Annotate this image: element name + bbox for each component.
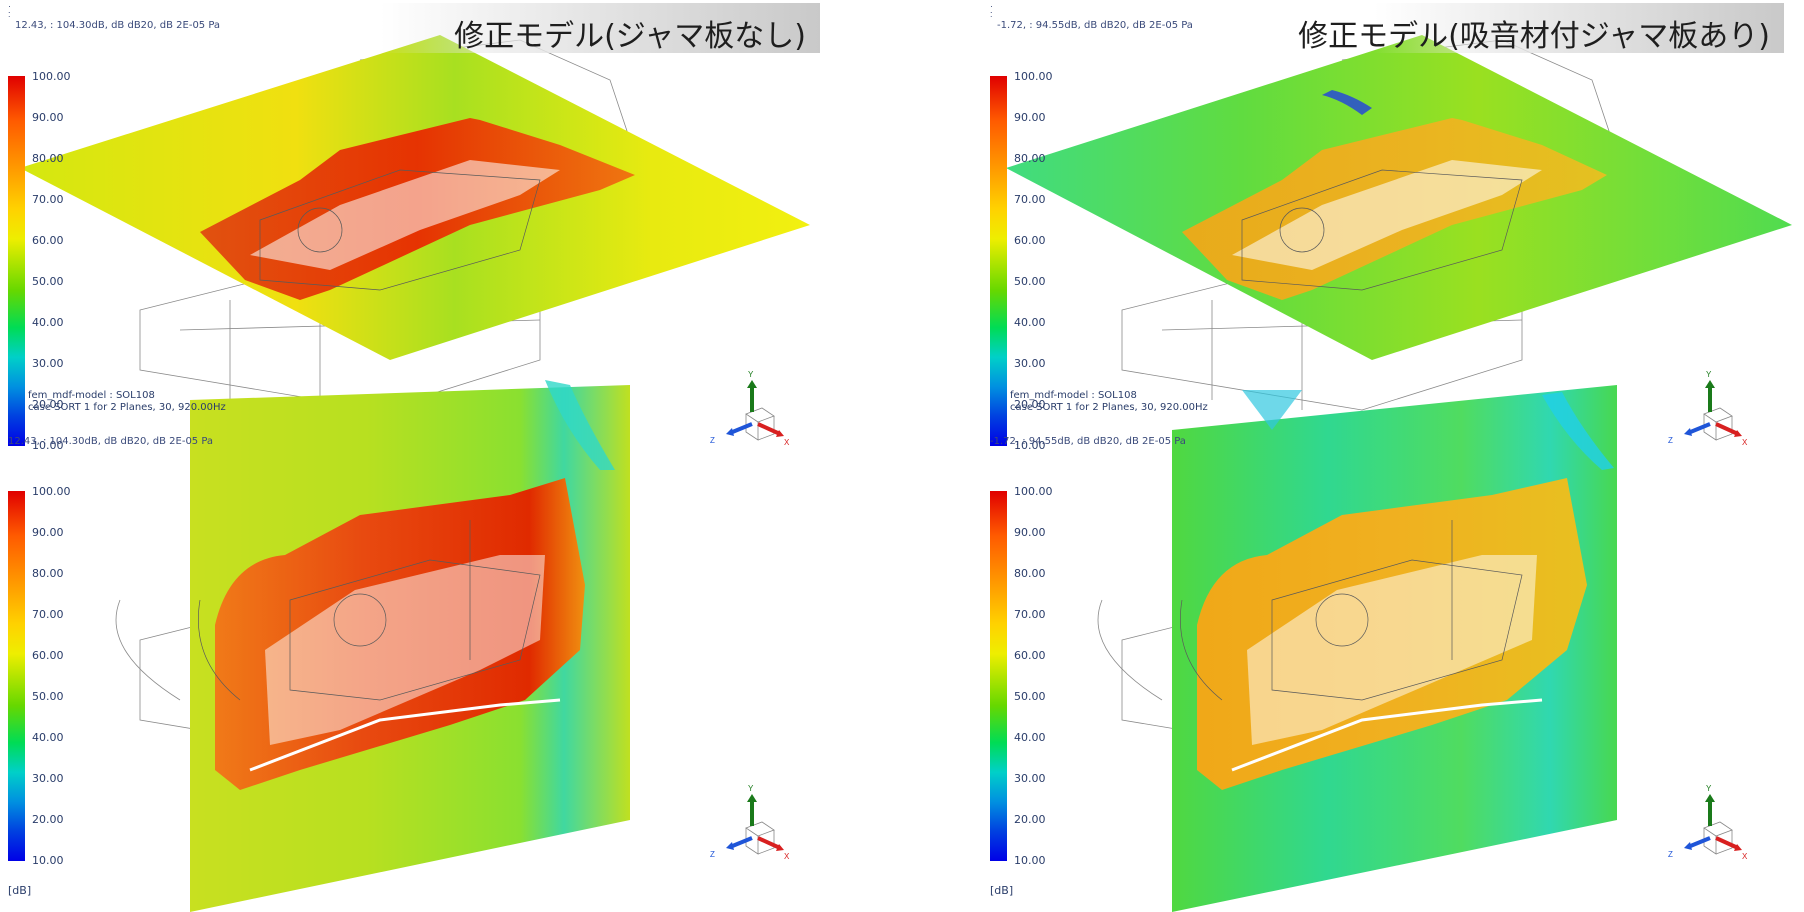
right-upper-axis-triad[interactable]: Y Z X	[1664, 370, 1754, 447]
legend-tick: 90.00	[1014, 111, 1046, 124]
legend-tick: 10.00	[32, 854, 64, 867]
right-title: 修正モデル(吸音材付ジャマ板あり)	[1298, 19, 1770, 54]
legend-tick: 80.00	[32, 567, 64, 580]
legend-tick: 60.00	[1014, 234, 1046, 247]
color-scale-bar	[990, 76, 1007, 446]
legend-tick: 100.00	[1014, 485, 1053, 498]
legend-tick: 70.00	[32, 193, 64, 206]
right-result-plots	[1006, 35, 1792, 912]
right-unit-label: [dB]	[990, 884, 1014, 897]
axis-label-z: Z	[710, 436, 715, 445]
axis-label-x: X	[784, 438, 790, 447]
left-upper-axis-triad[interactable]: Y Z X	[706, 370, 796, 447]
axis-label-y: Y	[748, 784, 754, 793]
legend-tick: 50.00	[1014, 690, 1046, 703]
legend-tick: 70.00	[1014, 608, 1046, 621]
legend-tick: 60.00	[32, 234, 64, 247]
legend-tick: 80.00	[1014, 152, 1046, 165]
left-header-result-line-2: 12.43, : 104.30dB, dB dB20, dB 2E-05 Pa	[8, 436, 214, 447]
right-title-bar: 修正モデル(吸音材付ジャマ板あり)	[1298, 3, 1784, 54]
legend-tick: 40.00	[32, 731, 64, 744]
left-viewport[interactable]: ·: 12.43, : 104.30dB, dB dB20, dB 2E-05 …	[0, 0, 900, 912]
model-info-line: fem_mdf-model : SOL108	[28, 390, 155, 401]
legend-tick: 30.00	[1014, 772, 1046, 785]
legend-tick: 100.00	[1014, 70, 1053, 83]
legend-tick: 80.00	[32, 152, 64, 165]
legend-tick: 90.00	[1014, 526, 1046, 539]
legend-tick: 20.00	[1014, 813, 1046, 826]
left-model-info: fem_mdf-model : SOL108 case SORT 1 for 2…	[28, 390, 226, 414]
legend-tick: 30.00	[32, 772, 64, 785]
legend-tick: 20.00	[32, 813, 64, 826]
legend-tick: 50.00	[1014, 275, 1046, 288]
legend-tick: 50.00	[32, 690, 64, 703]
color-scale-bar	[8, 491, 25, 861]
legend-tick: 30.00	[1014, 357, 1046, 370]
axis-label-y: Y	[1706, 784, 1712, 793]
legend-tick: 60.00	[32, 649, 64, 662]
legend-tick: 70.00	[1014, 193, 1046, 206]
right-header-dots: ·:	[990, 1, 993, 19]
right-viewport[interactable]: ·: -1.72, : 94.55dB, dB dB20, dB 2E-05 P…	[982, 0, 1804, 912]
legend-tick: 40.00	[1014, 731, 1046, 744]
axis-label-x: X	[784, 852, 790, 861]
left-lower-axis-triad[interactable]: Y Z X	[706, 784, 796, 861]
legend-tick: 30.00	[32, 357, 64, 370]
left-header-result-line: 12.43, : 104.30dB, dB dB20, dB 2E-05 Pa	[15, 20, 221, 31]
legend-tick: 80.00	[1014, 567, 1046, 580]
legend-tick: 50.00	[32, 275, 64, 288]
legend-tick: 10.00	[1014, 854, 1046, 867]
right-model-info: fem_mdf-model : SOL108 case SORT 1 for 2…	[1010, 390, 1208, 414]
right-header-result-line: -1.72, : 94.55dB, dB dB20, dB 2E-05 Pa	[997, 20, 1193, 31]
legend-tick: 90.00	[32, 526, 64, 539]
model-info-line: fem_mdf-model : SOL108	[1010, 390, 1137, 401]
left-title: 修正モデル(ジャマ板なし)	[454, 19, 806, 54]
legend-tick: 60.00	[1014, 649, 1046, 662]
right-lower-legend: 100.00 90.00 80.00 70.00 60.00 50.00 40.…	[990, 485, 1054, 871]
legend-tick: 100.00	[32, 485, 71, 498]
legend-tick: 100.00	[32, 70, 71, 83]
right-header-result-line-2: -1.72, : 94.55dB, dB dB20, dB 2E-05 Pa	[990, 436, 1186, 447]
axis-label-z: Z	[710, 850, 715, 859]
left-unit-label: [dB]	[8, 884, 32, 897]
legend-tick: 90.00	[32, 111, 64, 124]
left-lower-legend: 100.00 90.00 80.00 70.00 60.00 50.00 40.…	[8, 485, 72, 871]
model-info-line: case SORT 1 for 2 Planes, 30, 920.00Hz	[28, 402, 226, 413]
right-lower-axis-triad[interactable]: Y Z X	[1664, 784, 1754, 861]
color-scale-bar	[990, 491, 1007, 861]
axis-label-x: X	[1742, 438, 1748, 447]
axis-label-z: Z	[1668, 850, 1673, 859]
model-info-line: case SORT 1 for 2 Planes, 30, 920.00Hz	[1010, 402, 1208, 413]
axis-label-z: Z	[1668, 436, 1673, 445]
left-title-bar: 修正モデル(ジャマ板なし)	[380, 3, 820, 54]
legend-tick: 40.00	[32, 316, 64, 329]
axis-label-y: Y	[1706, 370, 1712, 379]
left-header-dots: ·:	[8, 1, 11, 19]
axis-label-y: Y	[748, 370, 754, 379]
axis-label-x: X	[1742, 852, 1748, 861]
legend-tick: 70.00	[32, 608, 64, 621]
color-scale-bar	[8, 76, 25, 446]
left-result-plots	[20, 35, 810, 912]
legend-tick: 40.00	[1014, 316, 1046, 329]
